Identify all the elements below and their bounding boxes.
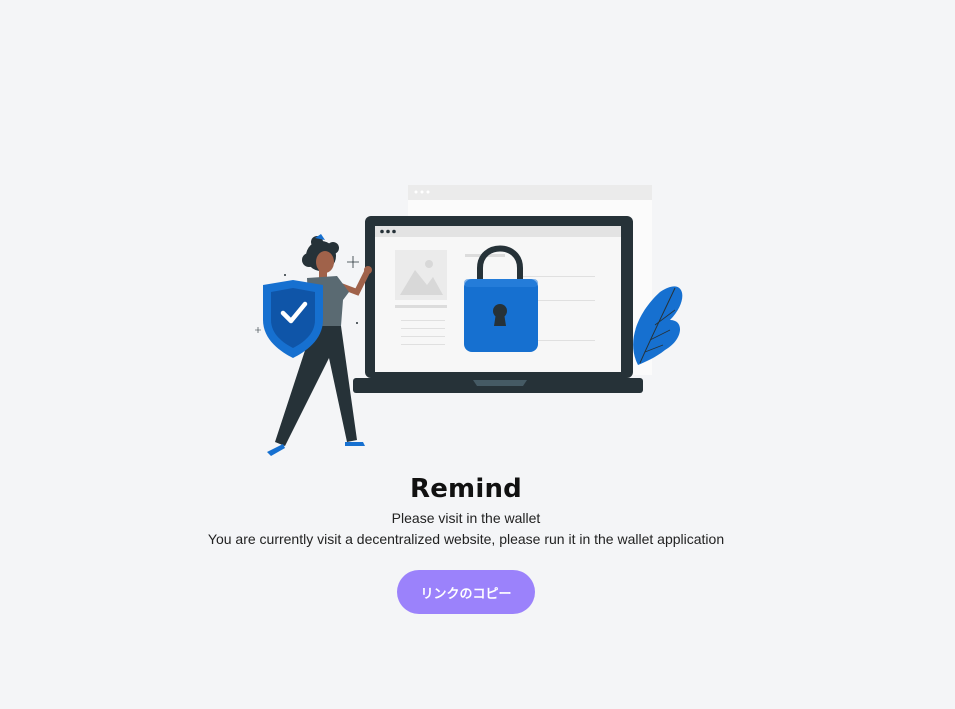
person-figure	[255, 234, 372, 456]
copy-link-button[interactable]: リンクのコピー	[397, 570, 535, 614]
subtitle-text: Please visit in the wallet	[391, 510, 541, 526]
remind-page: Remind Please visit in the wallet You ar…	[0, 0, 955, 709]
security-illustration	[255, 185, 683, 456]
page-title: Remind	[410, 474, 522, 504]
description-text: You are currently visit a decentralized …	[207, 531, 725, 547]
